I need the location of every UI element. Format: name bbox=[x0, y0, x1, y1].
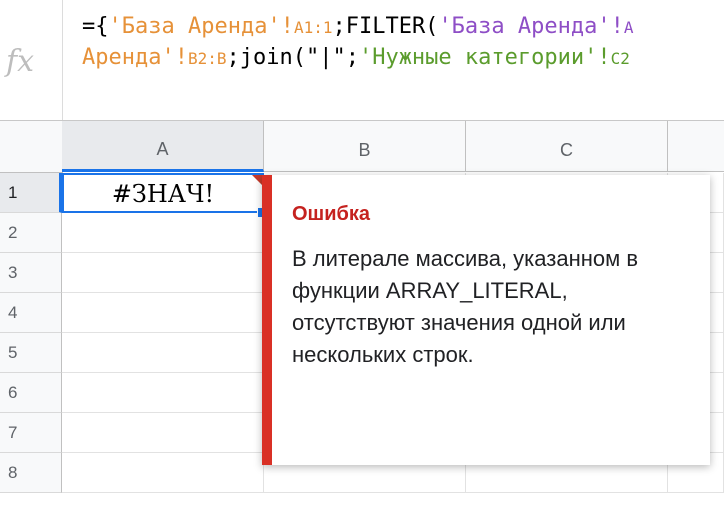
row-header-8[interactable]: 8 bbox=[0, 453, 62, 493]
row-header-5[interactable]: 5 bbox=[0, 333, 62, 373]
row-header-6[interactable]: 6 bbox=[0, 373, 62, 413]
formula-token: 'База Аренда'! bbox=[108, 14, 294, 39]
row-header-3[interactable]: 3 bbox=[0, 253, 62, 293]
column-header-b[interactable]: B bbox=[264, 121, 466, 172]
formula-bar-divider bbox=[62, 0, 63, 120]
row-header-4[interactable]: 4 bbox=[0, 293, 62, 333]
error-tooltip: Ошибка В литерале массива, указанном в ф… bbox=[262, 175, 710, 465]
row-header-2[interactable]: 2 bbox=[0, 213, 62, 253]
formula-token: A bbox=[623, 18, 634, 37]
error-title: Ошибка bbox=[292, 203, 371, 225]
grid-cell[interactable] bbox=[62, 373, 264, 413]
row-header-7[interactable]: 7 bbox=[0, 413, 62, 453]
grid-cell[interactable] bbox=[62, 333, 264, 373]
error-message: В литерале массива, указанном в функции … bbox=[292, 246, 639, 367]
cell-a1[interactable]: #ЗНАЧ! bbox=[62, 173, 264, 213]
formula-token: 'Нужные категории'! bbox=[358, 45, 611, 70]
grid-cell[interactable] bbox=[62, 213, 264, 253]
formula-token: B2:B bbox=[187, 49, 227, 68]
grid-cell[interactable] bbox=[62, 453, 264, 493]
error-indicator-icon[interactable] bbox=[252, 175, 262, 185]
formula-token: ;join("|"; bbox=[226, 45, 359, 70]
formula-token: ={ bbox=[82, 14, 109, 39]
formula-token: 'База Аренда'! bbox=[438, 14, 624, 39]
grid-cell[interactable] bbox=[62, 293, 264, 333]
grid-cell[interactable] bbox=[62, 253, 264, 293]
formula-token: C2 bbox=[610, 49, 630, 68]
column-header-a[interactable]: A bbox=[62, 121, 264, 172]
formula-input[interactable]: ={'База Аренда'!A1:1;FILTER('База Аренда… bbox=[82, 12, 724, 74]
column-header-c[interactable]: C bbox=[466, 121, 668, 172]
select-all-corner[interactable] bbox=[0, 121, 63, 173]
formula-token: ;FILTER( bbox=[332, 14, 439, 39]
grid-cell[interactable] bbox=[62, 413, 264, 453]
formula-line-1: ={'База Аренда'!A1:1;FILTER('База Аренда… bbox=[82, 12, 724, 43]
formula-line-2: Аренда'!B2:B;join("|";'Нужные категории'… bbox=[82, 43, 724, 74]
formula-bar: fx ={'База Аренда'!A1:1;FILTER('База Аре… bbox=[0, 0, 724, 121]
formula-token: A1:1 bbox=[293, 18, 333, 37]
row-header-1[interactable]: 1 bbox=[0, 173, 62, 213]
formula-token: Аренда'! bbox=[82, 45, 188, 70]
fx-icon: fx bbox=[5, 44, 35, 79]
column-header-d-partial[interactable] bbox=[668, 121, 724, 172]
